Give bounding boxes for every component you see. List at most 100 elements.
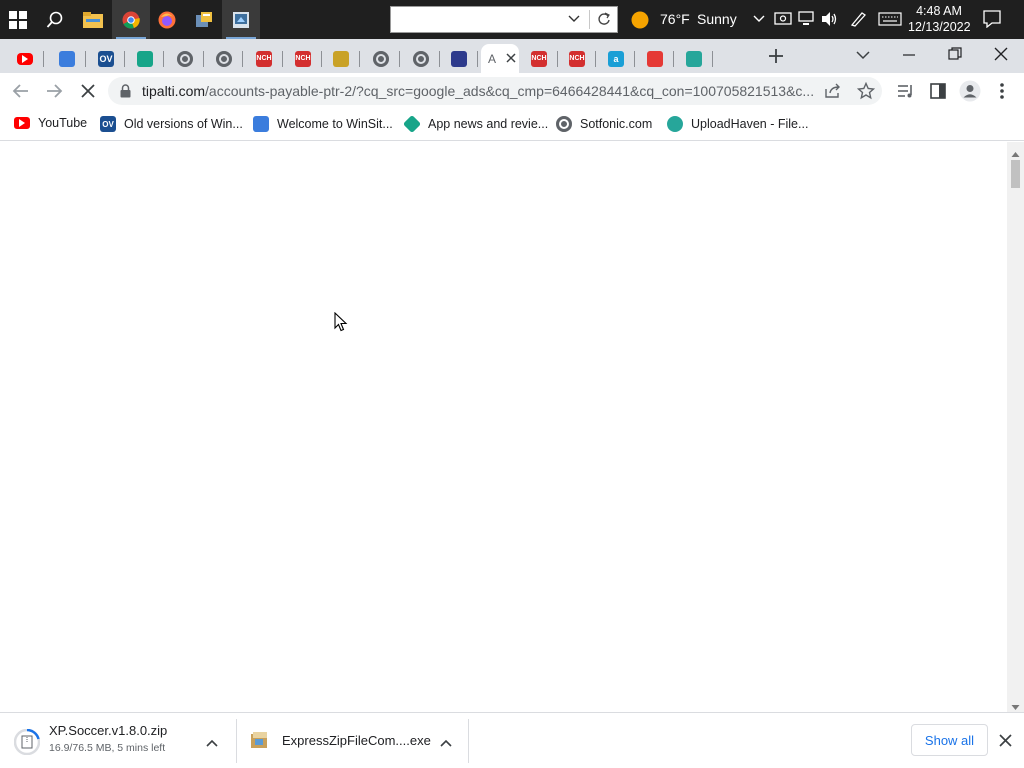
clock-date: 12/13/2022 (908, 20, 971, 34)
nch-icon: NCH (256, 50, 272, 67)
browser-tab-strip: OV NCH NCH A NCH NCH a (0, 39, 1024, 73)
notifications-icon[interactable] (982, 10, 1002, 33)
tab[interactable] (440, 44, 478, 73)
share-icon[interactable] (824, 83, 842, 104)
taskbar-file-explorer[interactable] (74, 0, 112, 39)
bookmark-label: Welcome to WinSit... (277, 117, 393, 131)
download-divider (236, 719, 237, 763)
tab[interactable]: NCH (284, 44, 322, 73)
keyboard-icon[interactable] (878, 12, 902, 31)
bookmark-item[interactable]: Welcome to WinSit... (253, 116, 393, 132)
bookmark-item[interactable]: UploadHaven - File... (667, 116, 808, 132)
bookmark-item[interactable]: Sotfonic.com (556, 116, 652, 132)
stop-loading-button[interactable] (79, 82, 97, 105)
tab[interactable] (166, 44, 204, 73)
bookmark-label: UploadHaven - File... (691, 117, 809, 131)
close-tab-icon[interactable] (506, 50, 516, 68)
bookmark-label: Old versions of Win... (124, 117, 243, 131)
tab[interactable]: NCH (558, 44, 596, 73)
taskbar-chrome[interactable] (112, 0, 150, 39)
browser-toolbar: tipalti.com/accounts-payable-ptr-2/?cq_s… (0, 73, 1024, 109)
download-status: 16.9/76.5 MB, 5 mins left (49, 742, 166, 754)
download-divider (468, 719, 469, 763)
restore-button[interactable] (948, 47, 962, 66)
download-item[interactable]: XP.Soccer.v1.8.0.zip 16.9/76.5 MB, 5 min… (13, 719, 236, 763)
app-icon (233, 11, 249, 28)
tab[interactable]: NCH (520, 44, 558, 73)
page-content[interactable] (0, 142, 1024, 712)
taskbar-app-1[interactable] (185, 0, 223, 39)
tab[interactable] (636, 44, 674, 73)
uploadhaven-icon (686, 50, 702, 67)
url-domain: tipalti.com (142, 83, 206, 99)
chevron-up-icon[interactable] (206, 735, 218, 753)
address-bar[interactable]: tipalti.com/accounts-payable-ptr-2/?cq_s… (108, 77, 882, 105)
appnews-icon (137, 50, 153, 67)
bookmark-label: Sotfonic.com (580, 117, 653, 131)
tab[interactable] (362, 44, 400, 73)
scrollbar-thumb[interactable] (1011, 160, 1020, 188)
weather-sun-icon[interactable] (631, 11, 649, 34)
tab[interactable] (402, 44, 440, 73)
back-button[interactable] (12, 82, 30, 105)
new-tab-button[interactable] (767, 47, 785, 70)
taskbar-firefox[interactable] (148, 0, 186, 39)
volume-icon[interactable] (821, 11, 839, 32)
exe-file-icon (250, 731, 270, 756)
bookmarks-bar: YouTube OV Old versions of Win... Welcome t… (0, 109, 1024, 141)
forward-button[interactable] (45, 82, 63, 105)
chevron-down-icon[interactable] (568, 11, 580, 32)
system-clock[interactable]: 4:48 AM 12/13/2022 (908, 3, 971, 35)
tab[interactable] (205, 44, 243, 73)
tab[interactable]: OV (87, 44, 125, 73)
clock-time: 4:48 AM (916, 4, 962, 18)
bookmark-item[interactable]: App news and revie... (402, 114, 548, 134)
app-icon (333, 50, 349, 67)
oldversion-icon: OV (100, 116, 116, 132)
download-item[interactable]: ExpressZipFileCom....exe (250, 719, 468, 763)
refresh-icon[interactable] (597, 11, 611, 32)
weather-condition[interactable]: Sunny (697, 11, 737, 27)
globe-icon (413, 50, 429, 67)
oldversion-icon: OV (98, 50, 114, 67)
nch-icon: NCH (569, 50, 585, 67)
device-icon[interactable] (774, 11, 792, 32)
tab[interactable] (675, 44, 713, 73)
bookmark-star-icon[interactable] (856, 81, 876, 105)
tipalti-icon (451, 50, 467, 67)
chevron-up-icon[interactable] (440, 735, 452, 753)
tab[interactable] (322, 44, 360, 73)
network-icon[interactable] (797, 11, 815, 32)
side-panel-icon[interactable] (930, 83, 946, 104)
close-window-button[interactable] (994, 47, 1008, 66)
show-hidden-icons-chevron-icon[interactable] (752, 12, 766, 31)
menu-kebab-icon[interactable] (996, 82, 1008, 105)
weather-temp[interactable]: 76°F (660, 11, 690, 27)
pen-icon[interactable] (849, 11, 867, 32)
tab-search-chevron-icon[interactable] (855, 48, 871, 67)
taskbar-search-button[interactable] (36, 0, 74, 39)
taskbar-app-2[interactable] (222, 0, 260, 39)
globe-icon (177, 50, 193, 67)
tab[interactable]: NCH (245, 44, 283, 73)
minimize-button[interactable] (902, 48, 916, 67)
close-download-shelf-button[interactable] (999, 734, 1012, 752)
lock-icon[interactable] (120, 84, 131, 103)
tab[interactable] (126, 44, 164, 73)
vertical-scrollbar[interactable] (1007, 142, 1024, 712)
bookmark-item[interactable]: YouTube (14, 116, 87, 130)
download-filename: XP.Soccer.v1.8.0.zip (49, 723, 168, 738)
tab[interactable] (6, 44, 44, 73)
taskbar-search-field[interactable] (390, 6, 618, 33)
a-icon: a (608, 50, 624, 67)
tab[interactable] (48, 44, 86, 73)
uploadhaven-icon (667, 116, 683, 132)
bookmark-item[interactable]: OV Old versions of Win... (100, 116, 243, 132)
start-button[interactable] (0, 0, 36, 39)
show-all-downloads-button[interactable]: Show all (911, 724, 988, 756)
media-control-icon[interactable] (897, 83, 915, 104)
url-text[interactable]: tipalti.com/accounts-payable-ptr-2/?cq_s… (142, 83, 822, 99)
tab-active[interactable]: A (481, 44, 519, 73)
tab[interactable]: a (597, 44, 635, 73)
profile-avatar-icon[interactable] (959, 80, 981, 107)
